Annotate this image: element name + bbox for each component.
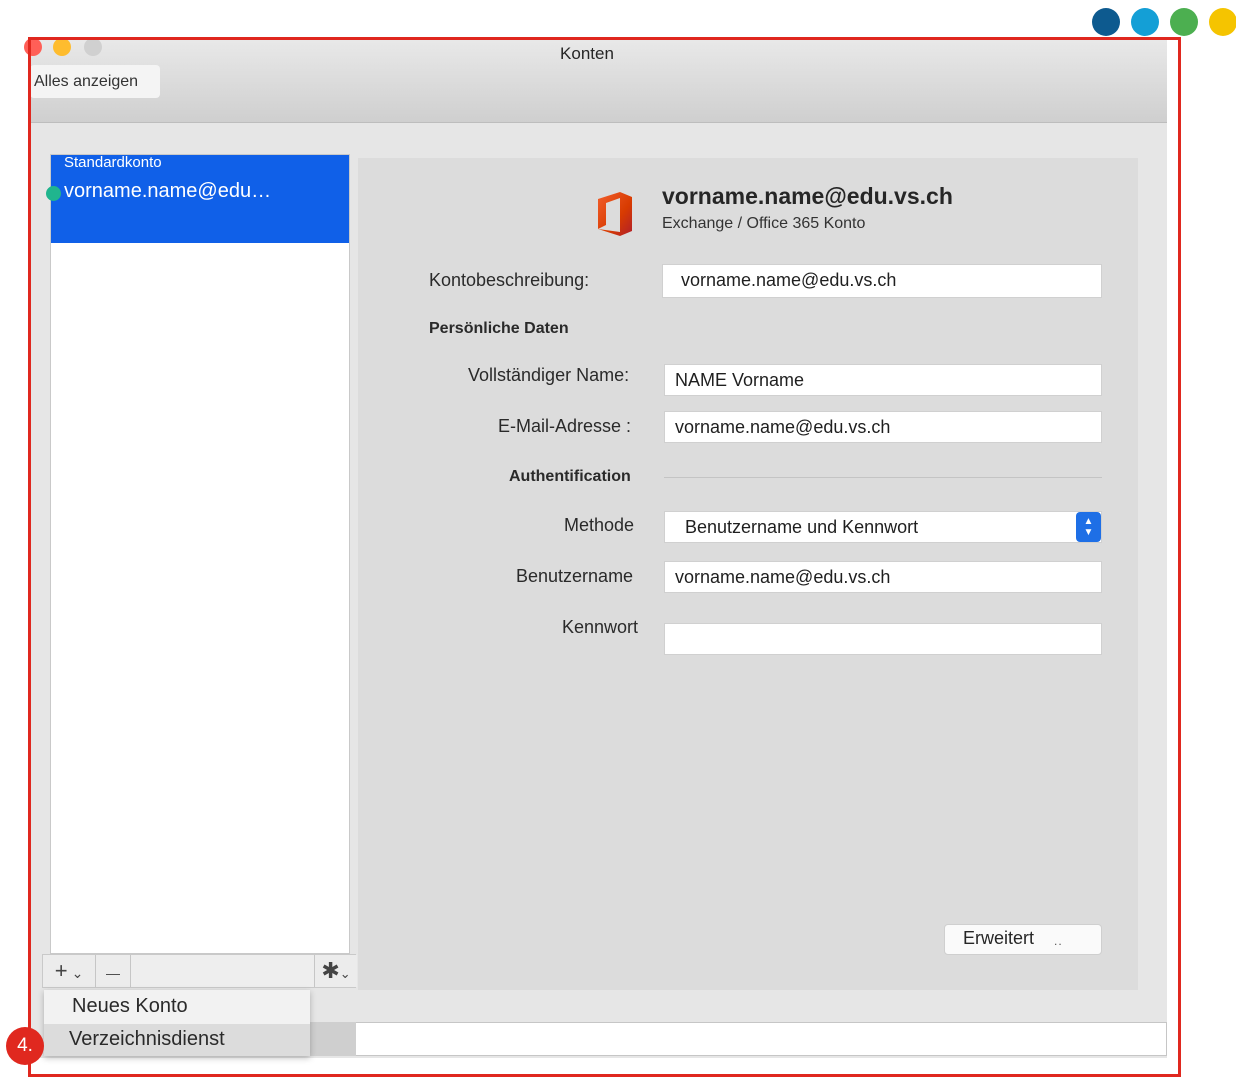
brand-dot-yellow xyxy=(1209,8,1236,36)
brand-dot-blue-dark xyxy=(1092,8,1120,36)
annotation-highlight-frame xyxy=(28,37,1181,1077)
step-number-badge: 4. xyxy=(6,1027,44,1065)
brand-dot-blue-light xyxy=(1131,8,1159,36)
brand-dot-green xyxy=(1170,8,1198,36)
